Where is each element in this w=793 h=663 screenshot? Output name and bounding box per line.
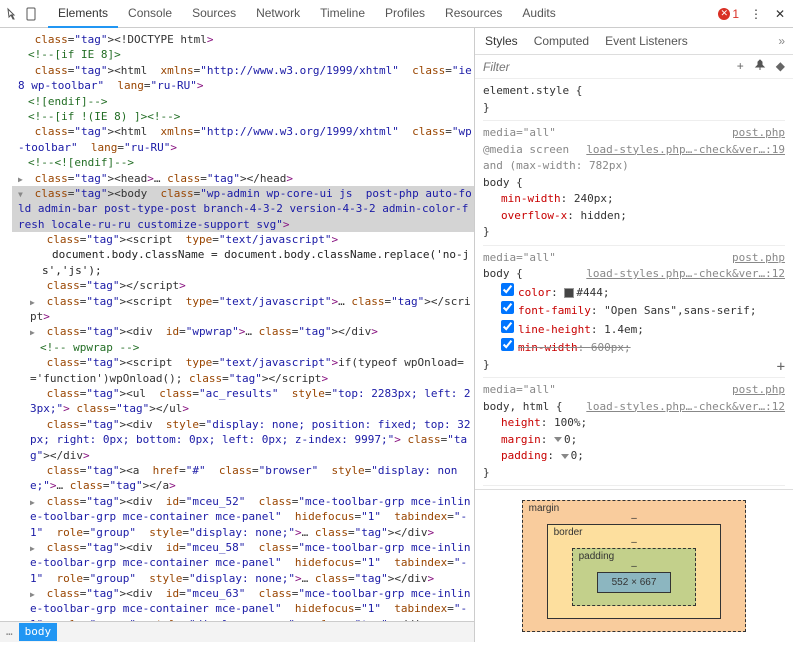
prop-toggle[interactable]	[501, 338, 514, 351]
add-prop-icon[interactable]: +	[777, 357, 785, 378]
expand-icon[interactable]: »	[778, 34, 785, 48]
prop-toggle[interactable]	[501, 283, 514, 296]
tab-sources[interactable]: Sources	[182, 0, 246, 28]
tab-resources[interactable]: Resources	[435, 0, 512, 28]
tab-profiles[interactable]: Profiles	[375, 0, 435, 28]
dom-node[interactable]: class="tag"><head>… class="tag"></head>	[12, 171, 474, 186]
more-icon[interactable]: ⋮	[749, 7, 763, 21]
dom-node[interactable]: <!--[if !(IE 8) ]><!-->	[12, 109, 474, 124]
dom-node[interactable]: class="tag"><div id="mceu_52" class="mce…	[12, 494, 474, 540]
css-rule[interactable]: media="all"post.phpbody {load-styles.php…	[483, 246, 785, 379]
css-rule[interactable]: media="all"post.phpbody, p {load-styles.…	[483, 486, 785, 489]
dom-node[interactable]: class="tag"><script type="text/javascrip…	[12, 294, 474, 325]
border-label: border	[554, 527, 583, 538]
add-rule-icon[interactable]: +	[737, 59, 744, 74]
inspect-icon[interactable]	[6, 7, 20, 21]
css-rules[interactable]: element.style {}media="all"post.php@medi…	[475, 79, 793, 489]
dom-node[interactable]: document.body.className = document.body.…	[12, 247, 474, 278]
content-size: 552 × 667	[597, 572, 672, 593]
device-icon[interactable]	[24, 7, 38, 21]
padding-label: padding	[579, 551, 615, 562]
styles-tab-computed[interactable]: Computed	[532, 32, 591, 50]
elements-dom-tree[interactable]: class="tag"><!DOCTYPE html><!--[if IE 8]…	[0, 28, 475, 642]
hover-icon[interactable]: ◆	[776, 59, 785, 74]
dom-node[interactable]: class="tag"><html xmlns="http://www.w3.o…	[12, 124, 474, 155]
dom-node[interactable]: class="tag"><a href="#" class="browser" …	[12, 463, 474, 494]
dom-node[interactable]: <![endif]-->	[12, 94, 474, 109]
close-icon[interactable]: ✕	[773, 7, 787, 21]
dom-node[interactable]: class="tag"><body class="wp-admin wp-cor…	[12, 186, 474, 232]
dom-node[interactable]: class="tag"><html xmlns="http://www.w3.o…	[12, 63, 474, 94]
dom-node[interactable]: class="tag"><div id="wpwrap">… class="ta…	[12, 324, 474, 339]
dom-node[interactable]: class="tag"></script>	[12, 278, 474, 293]
dom-node[interactable]: class="tag"><script type="text/javascrip…	[12, 355, 474, 386]
dom-node[interactable]: class="tag"><div id="mceu_58" class="mce…	[12, 540, 474, 586]
styles-tab-styles[interactable]: Styles	[483, 32, 520, 50]
css-rule[interactable]: media="all"post.phpbody, html {load-styl…	[483, 378, 785, 486]
tab-network[interactable]: Network	[246, 0, 310, 28]
dom-node[interactable]: <!-- wpwrap -->	[12, 340, 474, 355]
error-icon: ✕	[718, 8, 730, 20]
dom-node[interactable]: class="tag"><div style="display: none; p…	[12, 417, 474, 463]
styles-tabs: Styles Computed Event Listeners »	[475, 28, 793, 55]
prop-toggle[interactable]	[501, 301, 514, 314]
css-rule[interactable]: media="all"post.php@media screenload-sty…	[483, 121, 785, 246]
css-rule[interactable]: element.style {}	[483, 79, 785, 121]
tab-timeline[interactable]: Timeline	[310, 0, 375, 28]
dom-node[interactable]: <!--[if IE 8]>	[12, 47, 474, 62]
dom-node[interactable]: <!--<![endif]-->	[12, 155, 474, 170]
styles-tab-event-listeners[interactable]: Event Listeners	[603, 32, 690, 50]
breadcrumb: … body	[0, 621, 474, 642]
styles-pane: Styles Computed Event Listeners » + ◆ eleme…	[475, 28, 793, 642]
pin-icon[interactable]	[754, 59, 766, 74]
prop-toggle[interactable]	[501, 320, 514, 333]
breadcrumb-ellipsis[interactable]: …	[6, 624, 13, 639]
styles-filter-input[interactable]	[483, 60, 729, 74]
margin-label: margin	[529, 503, 560, 514]
error-count: 1	[732, 7, 739, 21]
error-indicator[interactable]: ✕ 1	[718, 7, 739, 21]
dom-node[interactable]: class="tag"><!DOCTYPE html>	[12, 32, 474, 47]
tab-console[interactable]: Console	[118, 0, 182, 28]
devtools-toolbar: ElementsConsoleSourcesNetworkTimelinePro…	[0, 0, 793, 28]
dom-node[interactable]: class="tag"><ul class="ac_results" style…	[12, 386, 474, 417]
box-model: margin – border – padding – 552 × 667	[475, 489, 793, 642]
dom-node[interactable]: class="tag"><script type="text/javascrip…	[12, 232, 474, 247]
panel-tabs: ElementsConsoleSourcesNetworkTimelinePro…	[48, 0, 566, 28]
breadcrumb-body[interactable]: body	[19, 623, 58, 640]
tab-elements[interactable]: Elements	[48, 0, 118, 28]
tab-audits[interactable]: Audits	[512, 0, 565, 28]
